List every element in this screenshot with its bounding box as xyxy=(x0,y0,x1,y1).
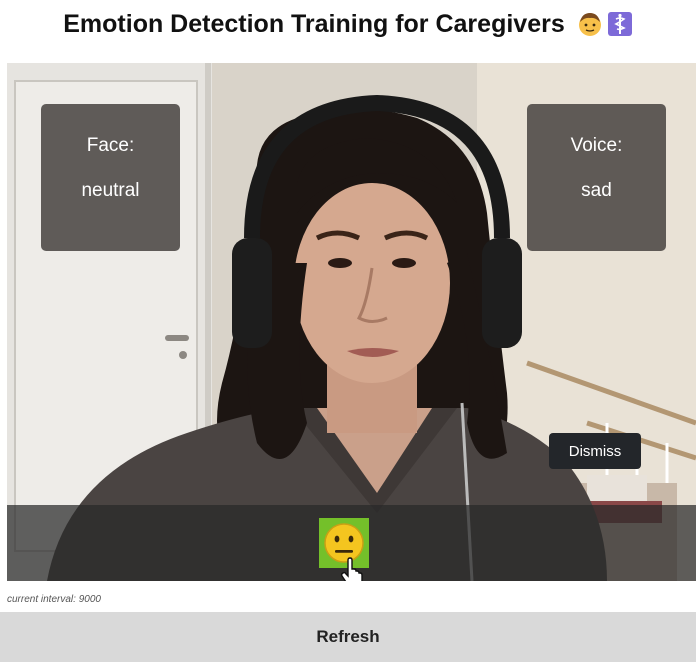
refresh-bar: Refresh xyxy=(0,612,696,662)
webcam-video-feed: Face: neutral Voice: sad Dismiss xyxy=(7,63,696,581)
medical-symbol-icon xyxy=(607,12,632,36)
face-emotion-value: neutral xyxy=(81,180,140,201)
interval-status-text: current interval: 9000 xyxy=(7,594,101,605)
page-title-text: Emotion Detection Training for Caregiver… xyxy=(63,9,565,38)
dismiss-button[interactable]: Dismiss xyxy=(549,433,641,469)
page-title: Emotion Detection Training for Caregiver… xyxy=(0,6,696,42)
hand-cursor-icon xyxy=(340,557,363,581)
refresh-button[interactable]: Refresh xyxy=(0,612,696,662)
face-emotion-panel: Face: neutral xyxy=(41,104,180,251)
voice-emotion-panel: Voice: sad xyxy=(527,104,666,251)
face-label: Face: xyxy=(86,135,135,156)
voice-label: Voice: xyxy=(570,135,623,156)
voice-emotion-value: sad xyxy=(581,180,612,201)
person-emoji-icon xyxy=(578,13,601,36)
app-page: Emotion Detection Training for Caregiver… xyxy=(0,0,696,662)
